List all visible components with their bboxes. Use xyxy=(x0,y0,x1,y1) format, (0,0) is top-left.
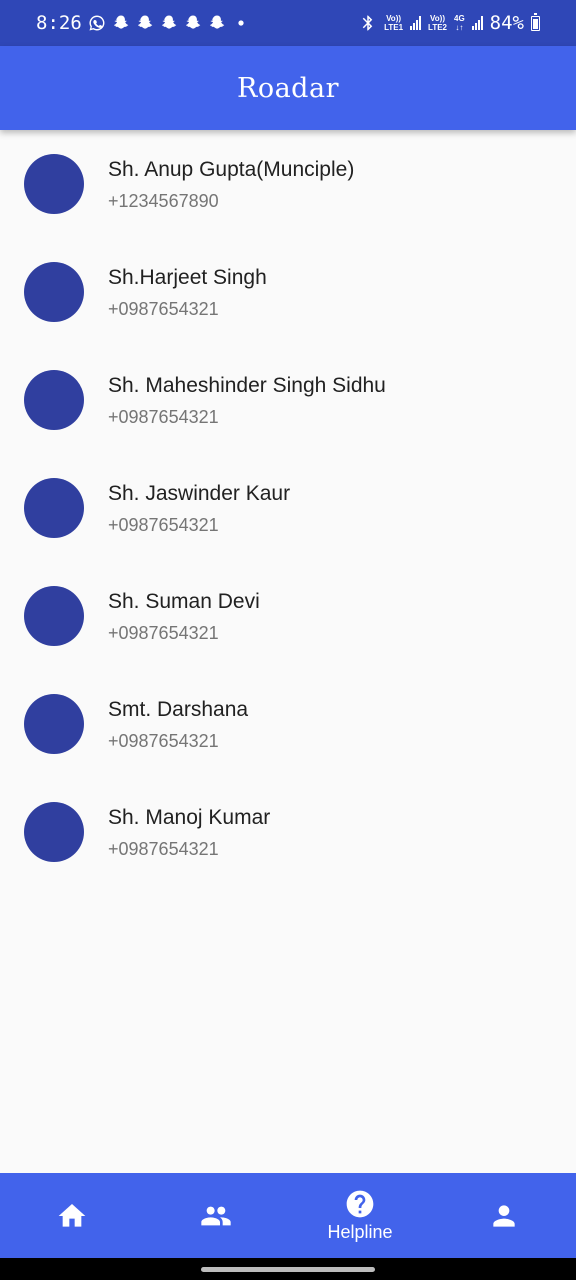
app-bar: Roadar xyxy=(0,46,576,130)
people-icon xyxy=(201,1206,231,1225)
avatar xyxy=(24,802,84,862)
avatar xyxy=(24,586,84,646)
help-circle-icon xyxy=(346,1190,374,1218)
contact-name: Sh. Suman Devi xyxy=(108,590,260,613)
snapchat-icon xyxy=(184,14,202,32)
signal-1-icon xyxy=(410,16,422,30)
contact-phone: +0987654321 xyxy=(108,515,219,535)
list-item[interactable]: Sh.Harjeet Singh +0987654321 xyxy=(0,238,576,346)
nav-people[interactable] xyxy=(144,1173,288,1258)
status-right: Vo)) LTE1 Vo)) LTE2 4G ↓↑ 84% xyxy=(359,12,540,34)
battery-icon xyxy=(531,12,540,31)
app-title: Roadar xyxy=(237,72,339,104)
snapchat-icon xyxy=(208,14,226,32)
contact-phone: +0987654321 xyxy=(108,731,219,751)
snapchat-icon xyxy=(160,14,178,32)
contact-text: Sh. Jaswinder Kaur +0987654321 xyxy=(108,480,290,536)
contact-phone: +1234567890 xyxy=(108,191,219,211)
contact-text: Sh. Suman Devi +0987654321 xyxy=(108,588,260,644)
volte2-indicator: Vo)) LTE2 xyxy=(428,14,447,32)
status-time: 8:26 xyxy=(36,12,82,34)
list-item[interactable]: Sh. Anup Gupta(Munciple) +1234567890 xyxy=(0,130,576,238)
contact-name: Sh. Anup Gupta(Munciple) xyxy=(108,158,355,181)
nav-label-helpline: Helpline xyxy=(327,1222,393,1242)
avatar xyxy=(24,370,84,430)
list-item[interactable]: Sh. Maheshinder Singh Sidhu +0987654321 xyxy=(0,346,576,454)
contact-phone: +0987654321 xyxy=(108,623,219,643)
nav-home[interactable] xyxy=(0,1173,144,1258)
list-item[interactable]: Sh. Suman Devi +0987654321 xyxy=(0,562,576,670)
contact-text: Sh. Manoj Kumar +0987654321 xyxy=(108,804,270,860)
volte1-indicator: Vo)) LTE1 xyxy=(384,14,403,32)
list-item[interactable]: Sh. Jaswinder Kaur +0987654321 xyxy=(0,454,576,562)
list-item[interactable]: Smt. Darshana +0987654321 xyxy=(0,670,576,778)
lte1-label: LTE1 xyxy=(384,23,404,32)
status-left: 8:26 xyxy=(36,12,250,34)
contact-text: Sh.Harjeet Singh +0987654321 xyxy=(108,264,267,320)
nav-helpline[interactable]: Helpline xyxy=(288,1173,432,1258)
volte1-label: Vo)) xyxy=(386,14,402,23)
contact-text: Smt. Darshana +0987654321 xyxy=(108,696,248,752)
home-icon xyxy=(58,1203,86,1227)
snapchat-icon xyxy=(112,14,130,32)
contact-phone: +0987654321 xyxy=(108,299,219,319)
avatar xyxy=(24,154,84,214)
avatar xyxy=(24,694,84,754)
bluetooth-icon xyxy=(359,14,377,32)
list-item[interactable]: Sh. Manoj Kumar +0987654321 xyxy=(0,778,576,886)
status-bar: 8:26 Vo)) LTE1 Vo)) LTE2 4G ↓↑ 84% xyxy=(0,0,576,46)
person-icon xyxy=(493,1204,515,1227)
contact-name: Sh. Maheshinder Singh Sidhu xyxy=(108,374,386,397)
network-type: 4G ↓↑ xyxy=(454,14,465,32)
gesture-bar xyxy=(0,1258,576,1280)
signal-2-icon xyxy=(471,16,483,30)
contact-name: Sh.Harjeet Singh xyxy=(108,266,267,289)
whatsapp-icon xyxy=(88,14,106,32)
gesture-handle[interactable] xyxy=(201,1266,375,1272)
volte2-label: Vo)) xyxy=(430,14,445,23)
contact-phone: +0987654321 xyxy=(108,839,219,859)
data-arrows-icon: ↓↑ xyxy=(455,23,464,32)
contact-name: Smt. Darshana xyxy=(108,698,249,721)
bottom-nav: Helpline xyxy=(0,1173,576,1258)
contact-text: Sh. Anup Gupta(Munciple) +1234567890 xyxy=(108,156,354,212)
avatar xyxy=(24,478,84,538)
nav-profile[interactable] xyxy=(432,1173,576,1258)
avatar xyxy=(24,262,84,322)
contact-name: Sh. Jaswinder Kaur xyxy=(108,482,291,505)
contact-name: Sh. Manoj Kumar xyxy=(108,806,271,829)
contact-list: Sh. Anup Gupta(Munciple) +1234567890 Sh.… xyxy=(0,130,576,886)
battery-percent: 84% xyxy=(489,12,524,34)
dot-icon xyxy=(232,14,250,32)
contact-text: Sh. Maheshinder Singh Sidhu +0987654321 xyxy=(108,372,386,428)
lte2-label: LTE2 xyxy=(428,23,447,32)
snapchat-icon xyxy=(136,14,154,32)
network-label: 4G xyxy=(454,14,465,23)
contact-phone: +0987654321 xyxy=(108,407,219,427)
